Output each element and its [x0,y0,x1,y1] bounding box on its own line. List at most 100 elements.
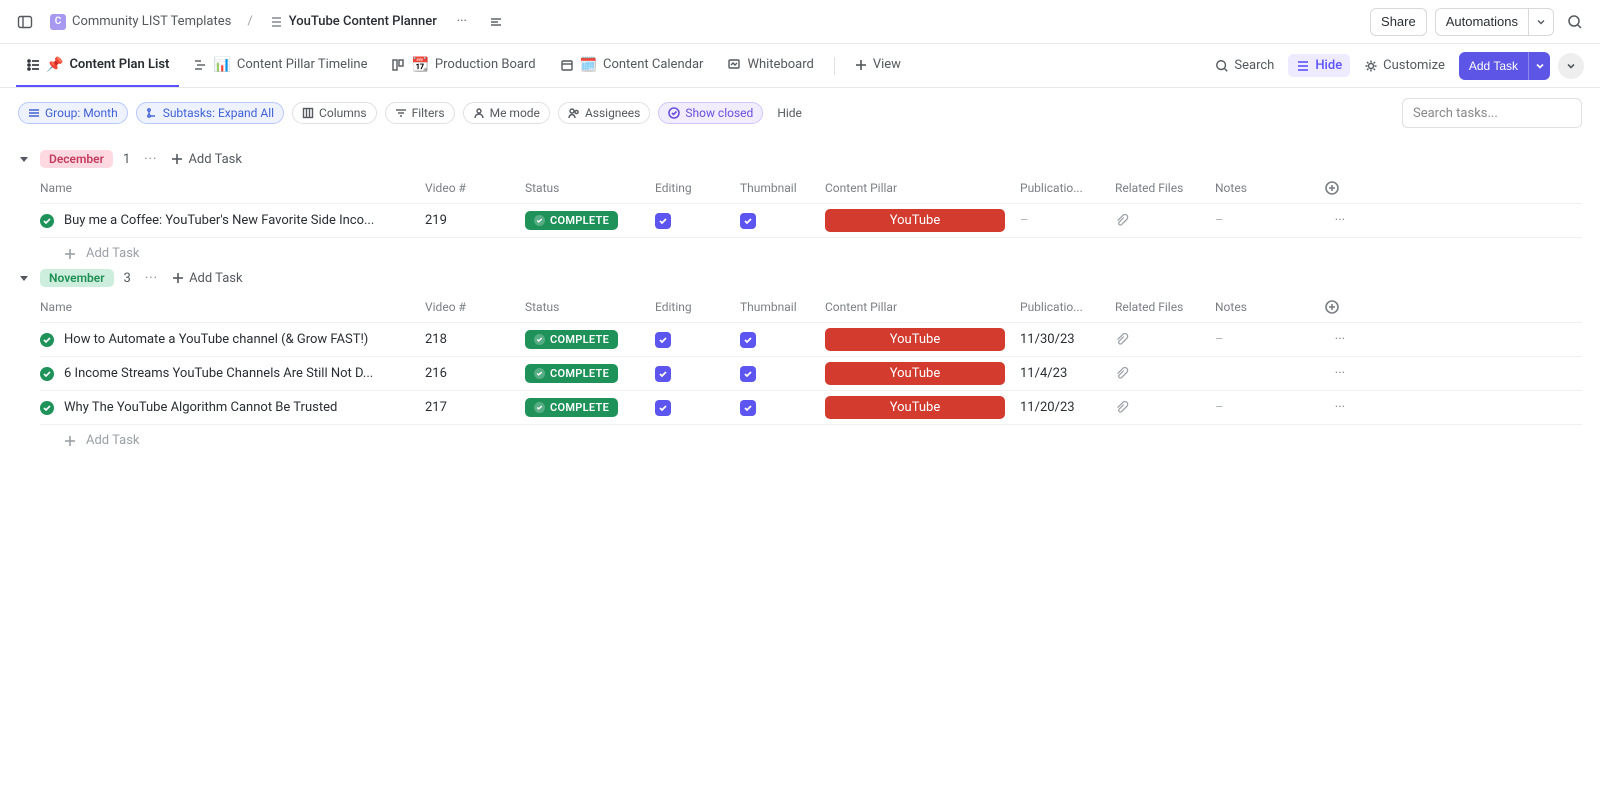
thumbnail-checkbox[interactable] [740,366,756,382]
status-cell[interactable]: COMPLETE [525,398,655,417]
status-cell[interactable]: COMPLETE [525,211,655,230]
publication-cell[interactable]: 11/20/23 [1020,400,1115,415]
th-publication[interactable]: Publicatio... [1020,300,1115,314]
th-notes[interactable]: Notes [1215,181,1305,195]
assignees-pill[interactable]: Assignees [558,102,650,124]
thumbnail-checkbox[interactable] [740,400,756,416]
group-add-task[interactable]: Add Task [171,152,242,167]
th-editing[interactable]: Editing [655,300,740,314]
editing-checkbox[interactable] [655,366,671,382]
row-more-icon[interactable]: ··· [1305,332,1345,347]
row-more-icon[interactable]: ··· [1305,213,1345,228]
th-thumbnail[interactable]: Thumbnail [740,300,825,314]
task-name[interactable]: 6 Income Streams YouTube Channels Are St… [64,366,373,381]
th-editing[interactable]: Editing [655,181,740,195]
files-cell[interactable] [1115,333,1215,347]
thumbnail-checkbox[interactable] [740,213,756,229]
columns-pill[interactable]: Columns [292,102,377,124]
add-column-button[interactable] [1305,181,1345,195]
collapse-panel-button[interactable] [1558,53,1584,79]
table-row[interactable]: Buy me a Coffee: YouTuber's New Favorite… [40,204,1582,238]
pillar-cell[interactable]: YouTube [825,396,1020,419]
breadcrumb-page[interactable]: YouTube Content Planner [265,11,441,32]
thumbnail-cell[interactable] [740,213,825,229]
group-more-icon[interactable]: ··· [141,271,162,286]
group-pill[interactable]: Group: Month [18,102,128,124]
notes-cell[interactable]: – [1215,213,1305,228]
th-name[interactable]: Name [40,300,425,314]
group-month-pill[interactable]: December [40,150,113,168]
add-column-button[interactable] [1305,300,1345,314]
files-cell[interactable] [1115,367,1215,381]
editing-cell[interactable] [655,400,740,416]
pillar-cell[interactable]: YouTube [825,328,1020,351]
add-view-button[interactable]: View [845,44,911,87]
task-name[interactable]: How to Automate a YouTube channel (& Gro… [64,332,368,347]
tab-whiteboard[interactable]: Whiteboard [717,44,823,87]
tab-content-plan-list[interactable]: 📌 Content Plan List [16,44,179,87]
thumbnail-cell[interactable] [740,366,825,382]
video-cell[interactable]: 217 [425,400,525,415]
th-status[interactable]: Status [525,300,655,314]
breadcrumb-workspace[interactable]: C Community LIST Templates [46,11,235,33]
automations-button[interactable]: Automations [1435,8,1528,36]
notes-cell[interactable]: – [1215,332,1305,347]
table-row[interactable]: Why The YouTube Algorithm Cannot Be Trus… [40,391,1582,425]
filters-pill[interactable]: Filters [385,102,455,124]
subtasks-pill[interactable]: Subtasks: Expand All [136,102,284,124]
video-cell[interactable]: 216 [425,366,525,381]
group-month-pill[interactable]: November [40,269,114,287]
page-more-icon[interactable]: ··· [449,9,475,35]
th-name[interactable]: Name [40,181,425,195]
show-closed-pill[interactable]: Show closed [658,102,763,124]
thumbnail-cell[interactable] [740,332,825,348]
publication-cell[interactable]: 11/4/23 [1020,366,1115,381]
th-video[interactable]: Video # [425,181,525,195]
publication-cell[interactable]: 11/30/23 [1020,332,1115,347]
status-cell[interactable]: COMPLETE [525,330,655,349]
th-files[interactable]: Related Files [1115,300,1215,314]
group-more-icon[interactable]: ··· [140,152,161,167]
status-complete-icon[interactable] [40,333,54,347]
status-complete-icon[interactable] [40,214,54,228]
share-button[interactable]: Share [1370,8,1427,36]
tab-production-board[interactable]: 📆 Production Board [381,44,545,87]
editing-checkbox[interactable] [655,213,671,229]
th-thumbnail[interactable]: Thumbnail [740,181,825,195]
group-add-task[interactable]: Add Task [172,271,243,286]
customize-button[interactable]: Customize [1358,54,1451,77]
tab-content-pillar-timeline[interactable]: 📊 Content Pillar Timeline [183,44,377,87]
pillar-cell[interactable]: YouTube [825,362,1020,385]
collapse-group-icon[interactable] [18,153,30,165]
me-mode-pill[interactable]: Me mode [463,102,550,124]
search-button[interactable]: Search [1209,54,1280,77]
th-notes[interactable]: Notes [1215,300,1305,314]
th-status[interactable]: Status [525,181,655,195]
pillar-cell[interactable]: YouTube [825,209,1020,232]
task-name[interactable]: Buy me a Coffee: YouTuber's New Favorite… [64,213,374,228]
collapse-header-icon[interactable] [483,9,509,35]
thumbnail-checkbox[interactable] [740,332,756,348]
th-video[interactable]: Video # [425,300,525,314]
add-task-row[interactable]: Add Task [40,238,1582,261]
automations-caret[interactable] [1528,8,1554,36]
task-name[interactable]: Why The YouTube Algorithm Cannot Be Trus… [64,400,337,415]
th-pillar[interactable]: Content Pillar [825,181,1020,195]
video-cell[interactable]: 218 [425,332,525,347]
tab-content-calendar[interactable]: 🗓️ Content Calendar [550,44,714,87]
th-publication[interactable]: Publicatio... [1020,181,1115,195]
editing-cell[interactable] [655,332,740,348]
th-files[interactable]: Related Files [1115,181,1215,195]
row-more-icon[interactable]: ··· [1305,366,1345,381]
search-tasks-input[interactable]: Search tasks... [1402,98,1582,128]
editing-checkbox[interactable] [655,332,671,348]
collapse-group-icon[interactable] [18,272,30,284]
table-row[interactable]: How to Automate a YouTube channel (& Gro… [40,323,1582,357]
files-cell[interactable] [1115,401,1215,415]
row-more-icon[interactable]: ··· [1305,400,1345,415]
status-cell[interactable]: COMPLETE [525,364,655,383]
editing-cell[interactable] [655,213,740,229]
status-complete-icon[interactable] [40,367,54,381]
hide-columns-button[interactable]: Hide [1288,54,1350,77]
editing-checkbox[interactable] [655,400,671,416]
